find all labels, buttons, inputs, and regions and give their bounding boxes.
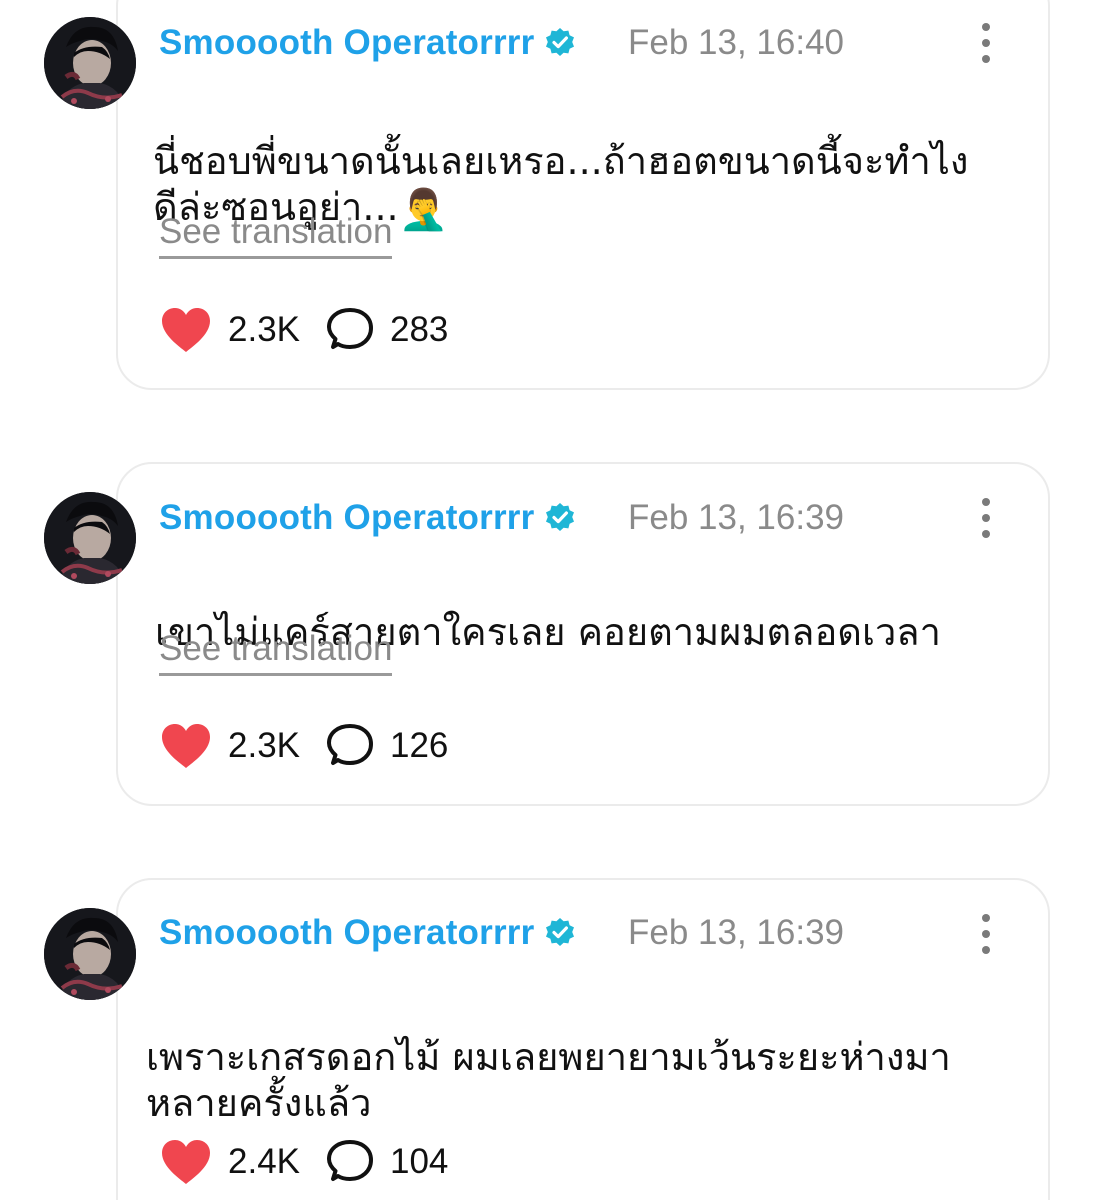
- more-vertical-icon[interactable]: [972, 23, 1000, 63]
- post-timestamp: Feb 13, 16:39: [628, 498, 844, 537]
- post-stats: 2.3K 283: [160, 305, 448, 355]
- post-stats: 2.4K 104: [160, 1137, 448, 1187]
- facepalm-emoji: 🤦‍♂️: [398, 186, 449, 233]
- like-button[interactable]: 2.3K: [160, 723, 300, 769]
- post-header: Smooooth Operatorrrr: [159, 493, 576, 543]
- author-name[interactable]: Smooooth Operatorrrr: [159, 498, 534, 538]
- speech-bubble-icon: [327, 724, 373, 765]
- comment-count: 283: [390, 310, 449, 349]
- post-stats: 2.3K 126: [160, 721, 448, 771]
- heart-icon: [162, 1140, 210, 1184]
- post-header: Smooooth Operatorrrr: [159, 18, 576, 68]
- heart-icon: [162, 308, 210, 352]
- heart-icon: [162, 724, 210, 768]
- author-avatar[interactable]: [44, 492, 136, 584]
- post-text: เพราะเกสรดอกไม้ ผมเลยพยายามเว้นระยะห่างม…: [146, 988, 951, 1126]
- more-vertical-icon[interactable]: [972, 914, 1000, 954]
- comment-count: 126: [390, 726, 449, 765]
- post-header: Smooooth Operatorrrr: [159, 908, 576, 958]
- more-vertical-icon[interactable]: [972, 498, 1000, 538]
- verified-badge-icon: [544, 27, 576, 59]
- post-timestamp: Feb 13, 16:40: [628, 23, 844, 62]
- comment-feed: Smooooth Operatorrrr Feb 13, 16:40 นี่ชอ…: [0, 0, 1098, 1200]
- comment-button[interactable]: 126: [326, 723, 448, 769]
- comment-count: 104: [390, 1142, 449, 1181]
- author-avatar[interactable]: [44, 908, 136, 1000]
- like-button[interactable]: 2.4K: [160, 1139, 300, 1185]
- verified-badge-icon: [544, 917, 576, 949]
- see-translation-link[interactable]: See translation: [159, 212, 393, 259]
- comment-button[interactable]: 283: [326, 307, 448, 353]
- like-button[interactable]: 2.3K: [160, 307, 300, 353]
- post-text-content: เพราะเกสรดอกไม้ ผมเลยพยายามเว้นระยะห่างม…: [146, 1035, 951, 1125]
- speech-bubble-icon: [327, 1140, 373, 1181]
- author-name[interactable]: Smooooth Operatorrrr: [159, 23, 534, 63]
- speech-bubble-icon: [327, 308, 373, 349]
- like-count: 2.3K: [228, 726, 300, 765]
- like-count: 2.3K: [228, 310, 300, 349]
- author-avatar[interactable]: [44, 17, 136, 109]
- see-translation-link[interactable]: See translation: [159, 629, 393, 676]
- verified-badge-icon: [544, 502, 576, 534]
- post-timestamp: Feb 13, 16:39: [628, 913, 844, 952]
- comment-button[interactable]: 104: [326, 1139, 448, 1185]
- author-name[interactable]: Smooooth Operatorrrr: [159, 913, 534, 953]
- like-count: 2.4K: [228, 1142, 300, 1181]
